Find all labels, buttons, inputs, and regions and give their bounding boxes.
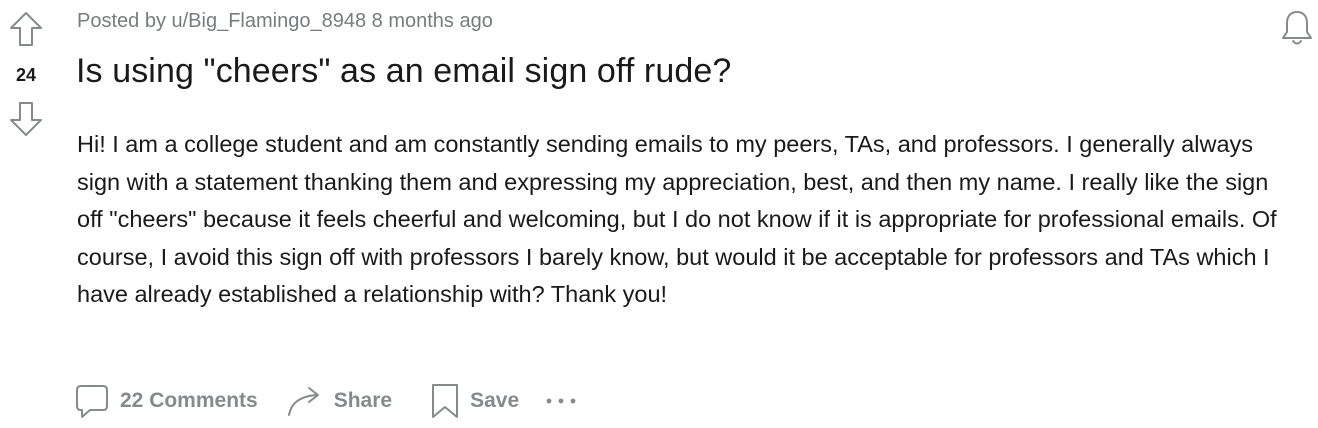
vote-count: 24 (15, 65, 37, 85)
bell-icon (1282, 11, 1312, 45)
downvote-button[interactable] (7, 100, 45, 138)
share-button[interactable]: Share (286, 383, 392, 419)
comments-label: 22 Comments (120, 389, 258, 412)
notification-bell-button[interactable] (1278, 8, 1316, 48)
upvote-button[interactable] (7, 10, 45, 48)
share-label: Share (333, 389, 393, 412)
speech-bubble-icon (74, 382, 110, 420)
curved-arrow-icon (286, 383, 324, 419)
save-label: Save (470, 389, 520, 412)
more-options-button[interactable] (545, 386, 577, 416)
arrow-up-outline-icon (10, 12, 42, 46)
post-actions-bar: 22 Comments Share Save (74, 378, 577, 424)
post-title[interactable]: Is using "cheers" as an email sign off r… (76, 52, 731, 91)
comments-button[interactable]: 22 Comments (74, 382, 258, 420)
arrow-down-outline-icon (10, 102, 42, 136)
horizontal-ellipsis-icon (546, 398, 576, 404)
post-body: Hi! I am a college student and am consta… (77, 131, 1277, 308)
save-button[interactable]: Save (430, 382, 519, 420)
post-meta: Posted by u/Big_Flamingo_8948 8 months a… (77, 10, 493, 32)
bookmark-icon (430, 382, 460, 420)
